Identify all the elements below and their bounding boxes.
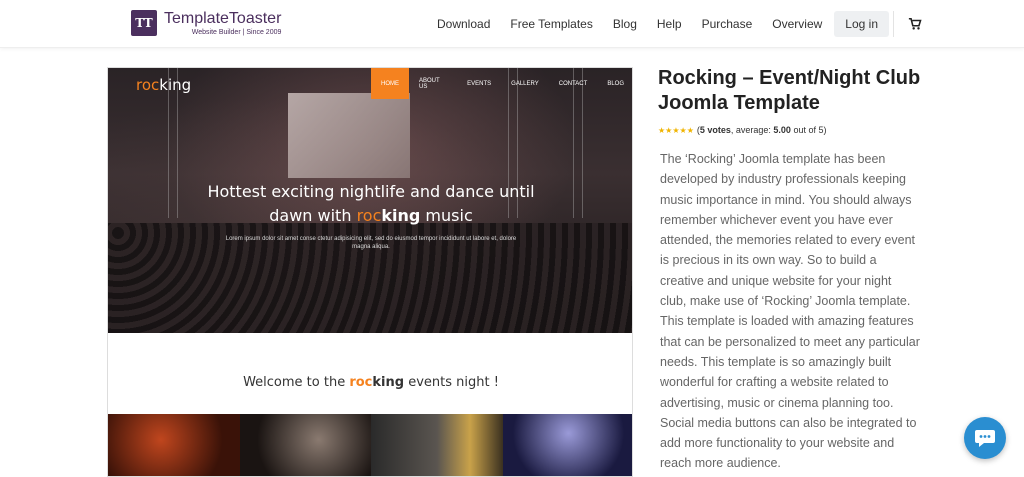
preview-nav-events: EVENTS <box>467 80 492 87</box>
rating: ★★★★★ (5 votes, average: 5.00 out of 5) <box>658 125 928 135</box>
preview-hero-subtitle: Lorem ipsum dolor sit amet conse ctetur … <box>225 236 517 250</box>
gallery-thumb-dj <box>239 414 371 476</box>
logo-tagline: Website Builder | Since 2009 <box>191 28 282 36</box>
stage-screen <box>288 93 410 178</box>
template-description: The ‘Rocking’ Joomla template has been d… <box>660 152 920 471</box>
gallery-thumb-concert <box>502 414 632 476</box>
preview-nav-contact: CONTACT <box>558 80 588 87</box>
main-nav: Download Free Templates Blog Help Purcha… <box>427 10 922 37</box>
preview-nav: HOME ABOUT US EVENTS GALLERY CONTACT BLO… <box>371 68 632 99</box>
template-preview[interactable]: rocking HOME ABOUT US EVENTS GALLERY CON… <box>107 67 633 477</box>
preview-logo: rocking <box>136 76 192 94</box>
preview-gallery-strip <box>108 414 632 476</box>
nav-purchase[interactable]: Purchase <box>702 17 753 31</box>
login-button[interactable]: Log in <box>834 10 889 37</box>
chat-button[interactable] <box>964 417 1006 459</box>
preview-nav-blog: BLOG <box>607 80 624 87</box>
logo-name: TemplateToaster <box>164 9 282 27</box>
preview-welcome-heading: Welcome to the rocking events night ! <box>243 375 499 390</box>
gallery-thumb-drums <box>108 414 240 476</box>
preview-nav-home: HOME <box>371 68 409 99</box>
nav-free-templates[interactable]: Free Templates <box>510 17 592 31</box>
rating-text: (5 votes, average: 5.00 out of 5) <box>696 125 827 135</box>
nav-blog[interactable]: Blog <box>613 17 637 31</box>
templatetoaster-logo[interactable]: TT TemplateToaster Website Builder | Sin… <box>131 10 281 36</box>
preview-nav-about: ABOUT US <box>419 77 440 90</box>
preview-nav-gallery: GALLERY <box>511 80 539 87</box>
logo-mark: TT <box>131 10 157 36</box>
preview-hero-title: Hottest exciting nightlife and dance unt… <box>207 182 535 225</box>
gallery-thumb-mic <box>371 414 503 476</box>
cart-icon[interactable] <box>908 17 922 31</box>
rating-stars[interactable]: ★★★★★ <box>658 126 694 135</box>
nav-help[interactable]: Help <box>657 17 682 31</box>
site-header: TT TemplateToaster Website Builder | Sin… <box>0 0 1024 48</box>
template-info: Rocking – Event/Night Club Joomla Templa… <box>658 66 928 474</box>
preview-hero: rocking HOME ABOUT US EVENTS GALLERY CON… <box>108 68 632 333</box>
nav-overview[interactable]: Overview <box>772 17 822 31</box>
chat-icon <box>975 430 995 447</box>
template-title: Rocking – Event/Night Club Joomla Templa… <box>658 67 921 114</box>
nav-download[interactable]: Download <box>437 17 490 31</box>
nav-divider <box>893 10 894 37</box>
